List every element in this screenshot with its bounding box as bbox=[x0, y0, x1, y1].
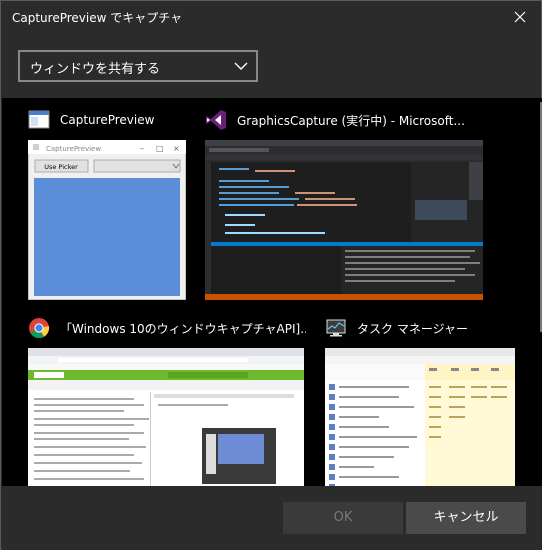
card-title: 「Windows 10のウィンドウキャプチャAPI]... bbox=[60, 321, 306, 336]
window-thumbnail-grid: CapturePreview CapturePreview – □ × Use … bbox=[2, 98, 542, 486]
capturepreview-thumbnail: CapturePreview – □ × Use Picker bbox=[28, 140, 187, 300]
window-thumbnail bbox=[205, 140, 483, 300]
cancel-button[interactable]: キャンセル bbox=[406, 502, 526, 534]
svg-text:×: × bbox=[173, 144, 180, 153]
task-manager-icon bbox=[326, 319, 346, 337]
title-bar: CapturePreview でキャプチャ bbox=[1, 1, 541, 33]
capture-picker-window: CapturePreview でキャプチャ ウィンドウを共有する Capture… bbox=[0, 0, 542, 550]
grid-scrollbar[interactable] bbox=[538, 98, 542, 486]
close-button[interactable] bbox=[505, 3, 535, 31]
card-title: タスク マネージャー bbox=[357, 321, 468, 336]
dialog-footer: OK キャンセル bbox=[2, 486, 542, 550]
window-thumbnail bbox=[325, 348, 515, 486]
svg-text:–: – bbox=[140, 144, 144, 153]
window-thumbnail bbox=[28, 348, 304, 486]
use-picker-button: Use Picker bbox=[44, 163, 78, 171]
window-title: CapturePreview でキャプチャ bbox=[12, 11, 183, 25]
preview-window-title: CapturePreview bbox=[46, 145, 101, 153]
share-mode-dropdown[interactable]: ウィンドウを共有する bbox=[18, 50, 258, 82]
ok-button[interactable]: OK bbox=[283, 502, 403, 534]
task-manager-thumbnail bbox=[325, 348, 515, 486]
visual-studio-icon bbox=[206, 110, 226, 130]
card-header: 「Windows 10のウィンドウキャプチャAPI]... bbox=[28, 314, 306, 342]
card-header: GraphicsCapture (実行中) - Microsoft... bbox=[205, 106, 485, 134]
close-icon bbox=[514, 11, 526, 23]
app-window-icon bbox=[28, 110, 50, 129]
card-title: CapturePreview bbox=[60, 113, 155, 127]
dropdown-selected-value: ウィンドウを共有する bbox=[30, 62, 161, 77]
card-header: タスク マネージャー bbox=[325, 314, 515, 342]
chevron-down-icon bbox=[234, 62, 248, 70]
chrome-icon bbox=[29, 318, 50, 339]
svg-text:□: □ bbox=[156, 144, 164, 153]
card-title: GraphicsCapture (実行中) - Microsoft... bbox=[237, 113, 465, 128]
visual-studio-thumbnail bbox=[205, 140, 483, 300]
chrome-thumbnail bbox=[28, 348, 304, 486]
